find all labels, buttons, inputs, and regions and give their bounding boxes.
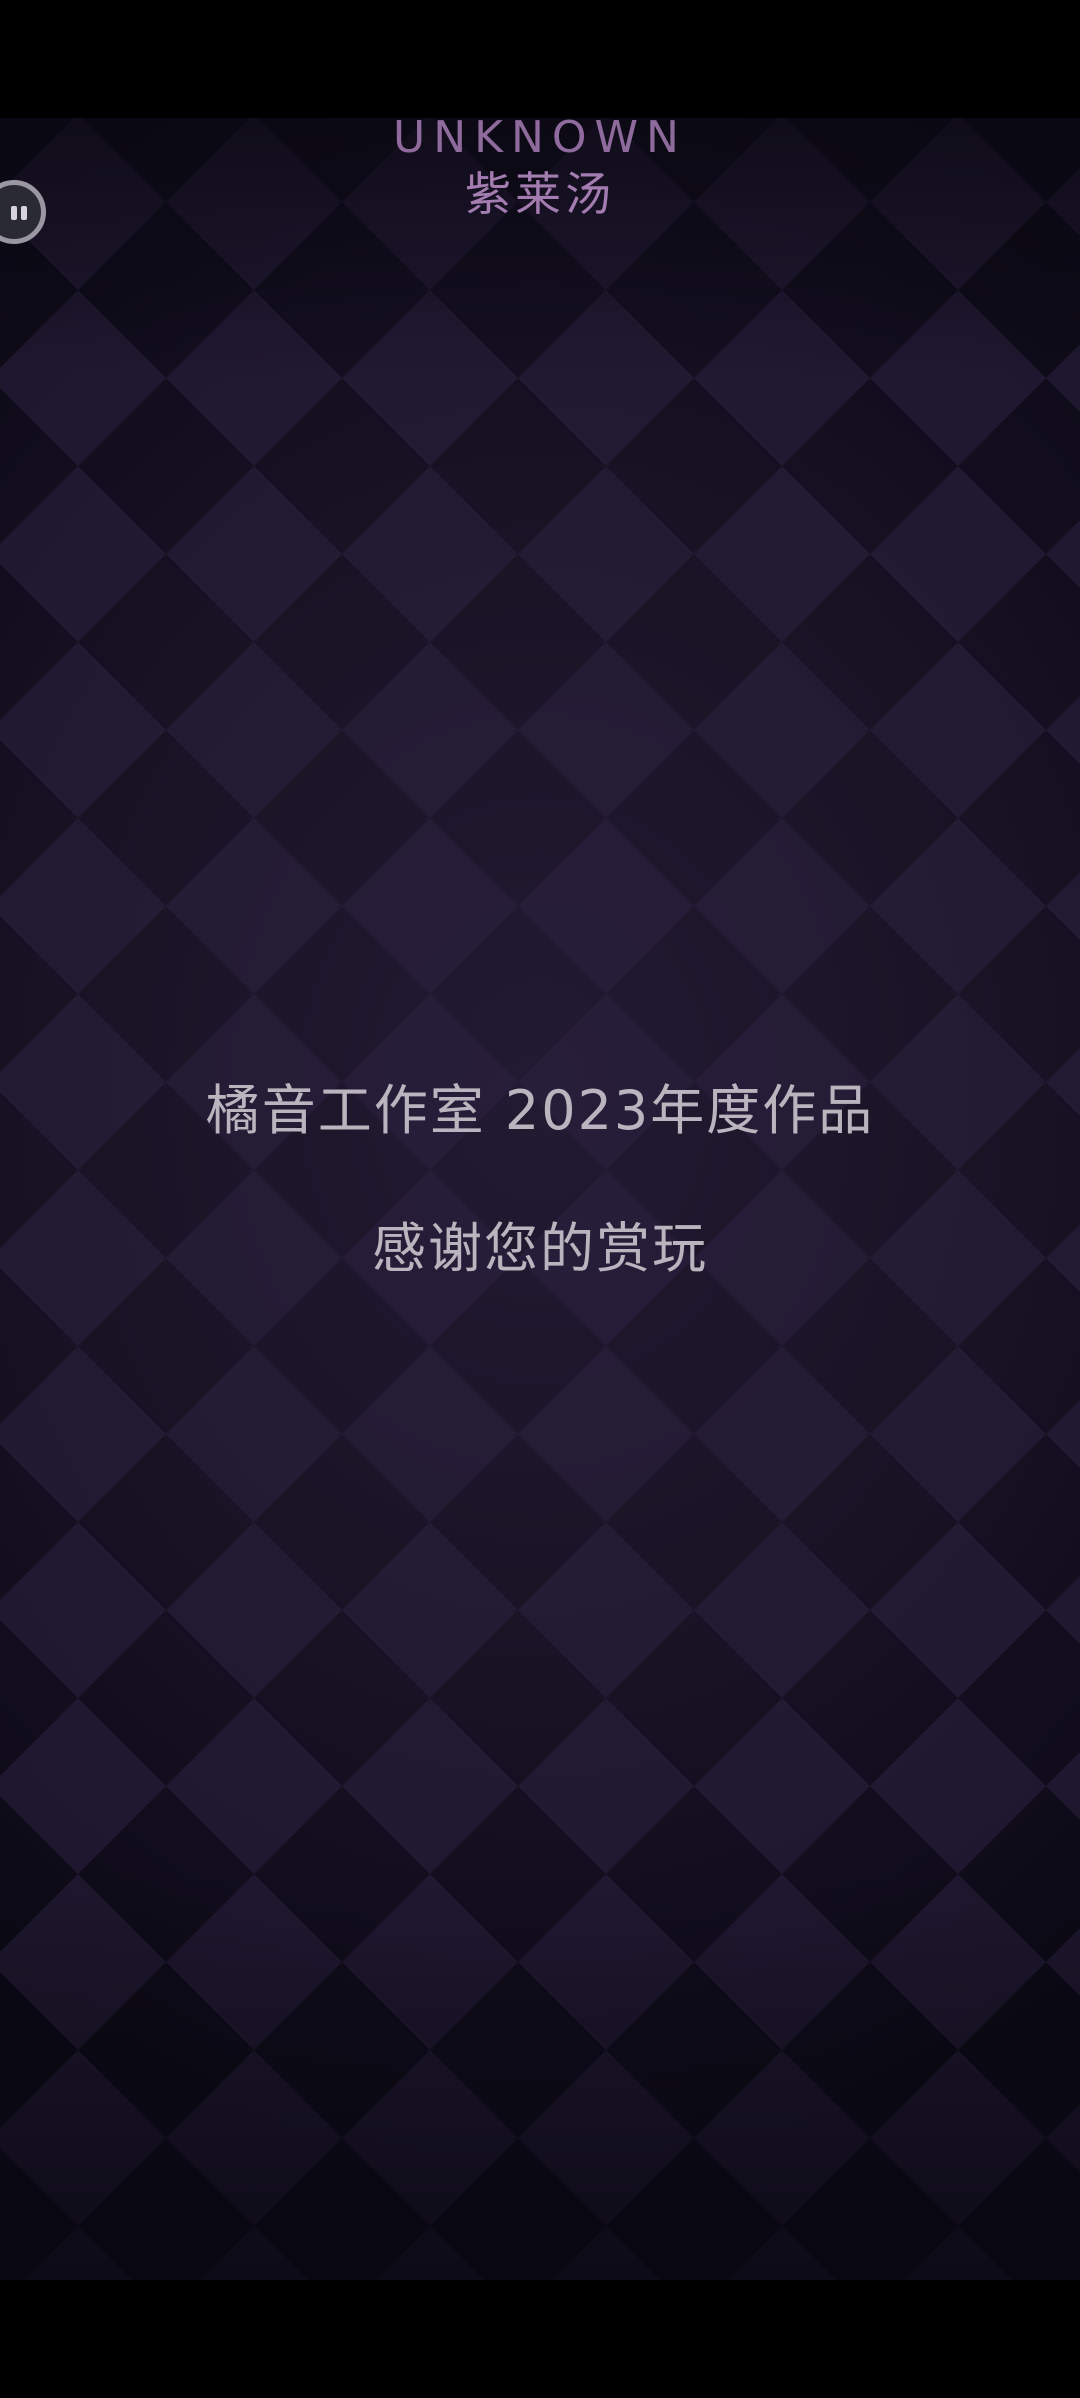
credit-studio-line: 橘音工作室 2023年度作品 [205,1079,875,1142]
song-title: 紫莱汤 [465,167,615,221]
credit-thanks-line: 感谢您的赏玩 [372,1217,708,1280]
artist-name: UNKNOWN [393,118,687,163]
pause-bar-left [11,206,17,220]
game-screen: UNKNOWN 紫莱汤 橘音工作室 2023年度作品 感谢您的赏玩 [0,0,1080,2398]
song-header: UNKNOWN 紫莱汤 [0,118,1080,222]
pause-bar-right [21,206,27,220]
game-stage: UNKNOWN 紫莱汤 橘音工作室 2023年度作品 感谢您的赏玩 [0,118,1080,2280]
pause-icon [11,206,29,220]
bottom-shade [0,1860,1080,2280]
